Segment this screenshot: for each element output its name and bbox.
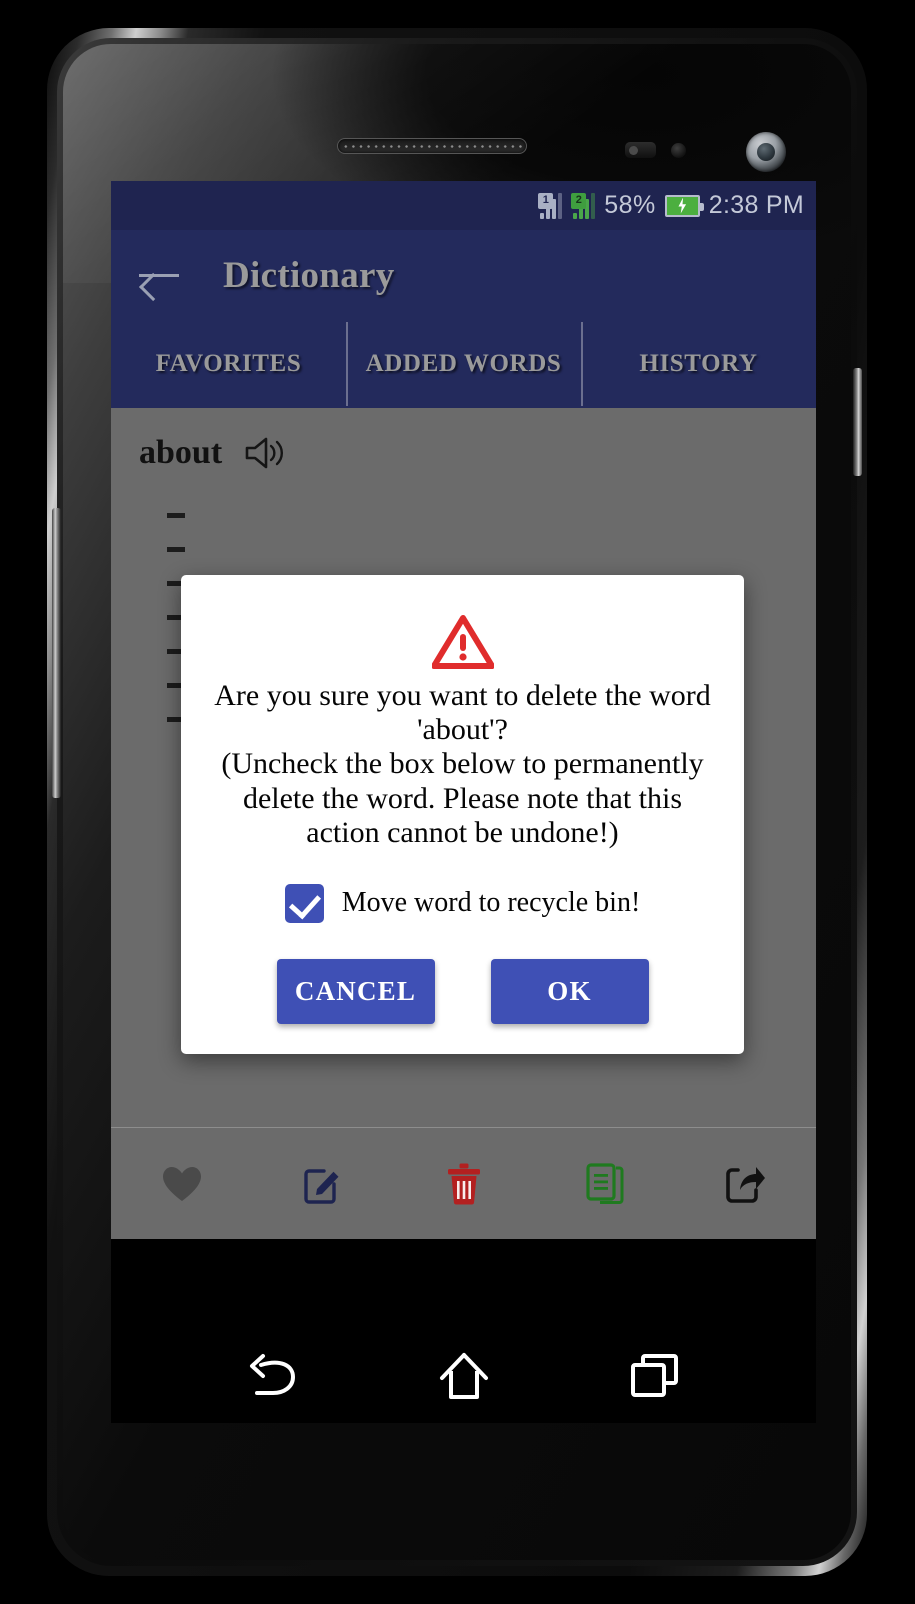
dialog-actions: CANCEL OK	[199, 958, 726, 1024]
earpiece-speaker	[337, 138, 527, 154]
recycle-bin-checkbox[interactable]	[284, 883, 324, 923]
android-navigation-bar	[111, 1333, 816, 1423]
dialog-scrim: Are you sure you want to delete the word…	[111, 181, 816, 1423]
warning-triangle-icon	[430, 615, 495, 669]
screenshot-root: 1 2 58% 2:38 PM Dictionary FAVORITES ADD…	[0, 0, 915, 1604]
nav-recents-icon	[630, 1353, 680, 1404]
dialog-message: Are you sure you want to delete the word…	[214, 679, 711, 849]
cancel-button[interactable]: CANCEL	[276, 958, 435, 1024]
recycle-bin-checkbox-row[interactable]: Move word to recycle bin!	[199, 883, 726, 923]
phone-front-face: 1 2 58% 2:38 PM Dictionary FAVORITES ADD…	[63, 44, 851, 1560]
nav-recents-button[interactable]	[630, 1353, 680, 1404]
phone-inner-frame: 1 2 58% 2:38 PM Dictionary FAVORITES ADD…	[52, 38, 862, 1566]
volume-button[interactable]	[52, 508, 61, 798]
ok-button[interactable]: OK	[490, 958, 649, 1024]
light-sensor-icon	[671, 143, 686, 158]
phone-device-frame: 1 2 58% 2:38 PM Dictionary FAVORITES ADD…	[47, 28, 867, 1576]
proximity-sensor-icon	[625, 142, 656, 158]
nav-home-button[interactable]	[439, 1352, 489, 1405]
nav-home-icon	[439, 1352, 489, 1405]
phone-screen: 1 2 58% 2:38 PM Dictionary FAVORITES ADD…	[111, 181, 816, 1423]
nav-back-icon	[247, 1353, 299, 1404]
front-camera-icon	[746, 132, 786, 172]
delete-confirmation-dialog: Are you sure you want to delete the word…	[181, 575, 744, 1054]
power-button[interactable]	[853, 368, 862, 476]
recycle-bin-checkbox-label: Move word to recycle bin!	[341, 887, 641, 919]
nav-back-button[interactable]	[247, 1353, 299, 1404]
